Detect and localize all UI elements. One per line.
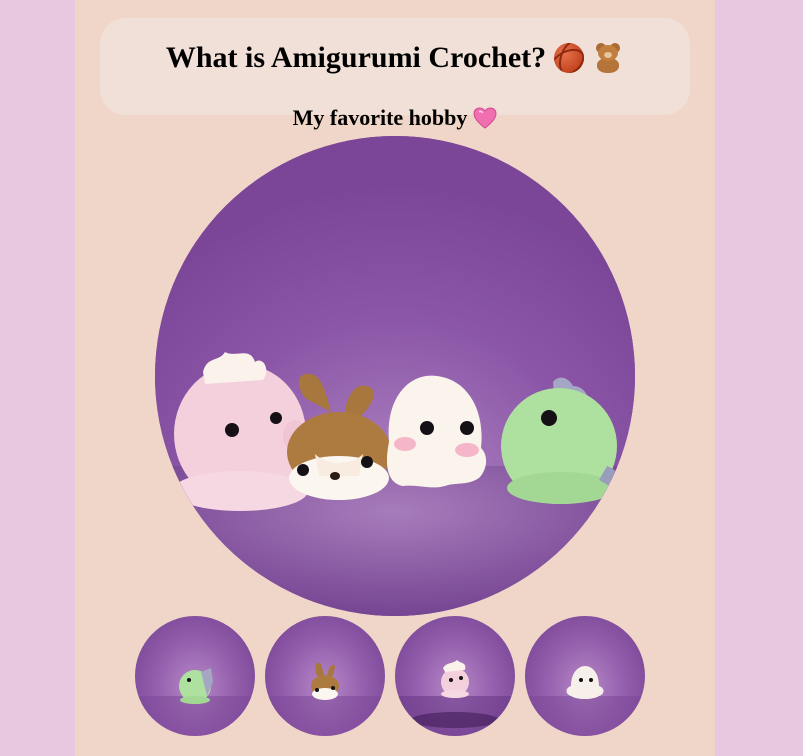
thumbnail-green-dinosaur[interactable] <box>135 616 255 736</box>
thumbnail-brown-bunny[interactable] <box>265 616 385 736</box>
page-subtitle-text: My favorite hobby <box>292 105 468 130</box>
page-title: What is Amigurumi Crochet? <box>100 40 690 76</box>
page-subtitle: My favorite hobby <box>100 104 690 132</box>
thumbnail-white-ghost[interactable] <box>525 616 645 736</box>
thumbnail-pink-plushie[interactable] <box>395 616 515 736</box>
header-card: What is Amigurumi Crochet? My favorite h… <box>100 18 690 130</box>
main-photo <box>155 136 635 616</box>
yarn-icon <box>554 43 585 73</box>
page-title-text: What is Amigurumi Crochet? <box>165 41 547 74</box>
page-container: What is Amigurumi Crochet? My favorite h… <box>75 0 715 756</box>
pink-heart-icon <box>473 107 497 129</box>
teddy-bear-icon <box>592 42 624 74</box>
